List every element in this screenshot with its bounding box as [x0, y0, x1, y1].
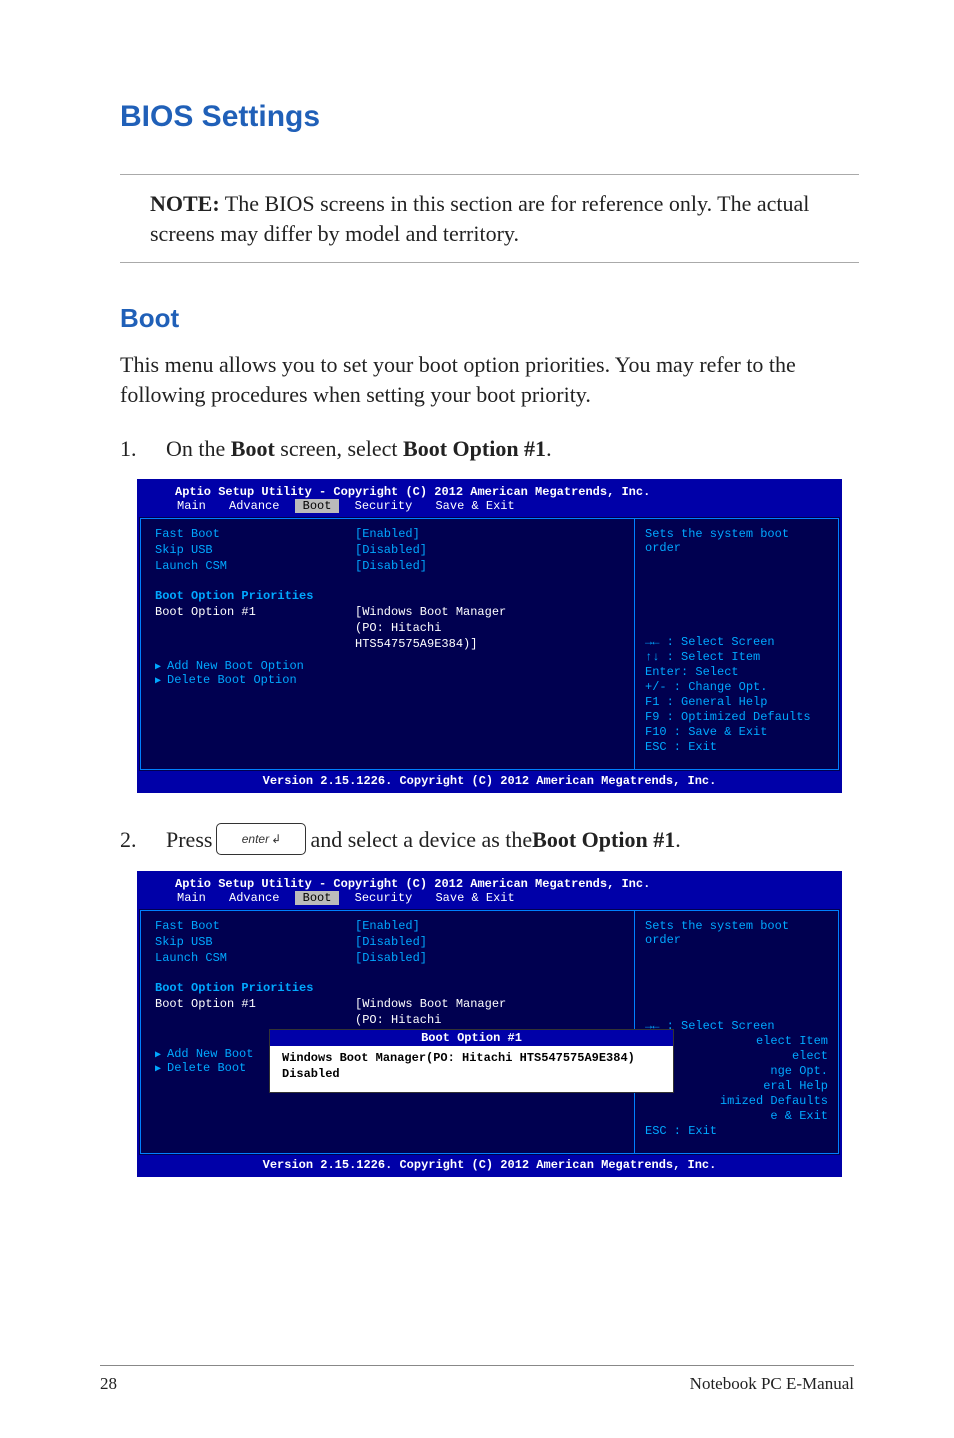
bios2-boot1-v2: (PO: Hitachi	[355, 1013, 441, 1027]
note-block: NOTE: The BIOS screens in this section a…	[120, 174, 859, 263]
popup-item-1: Disabled	[282, 1066, 661, 1082]
bios2-skip-usb-v: [Disabled]	[355, 935, 427, 949]
bios2-top-text: Aptio Setup Utility - Copyright (C) 2012…	[139, 873, 840, 891]
bios2-help-line-6: e & Exit	[645, 1109, 828, 1123]
bios2-tab-save-exit: Save & Exit	[427, 891, 522, 905]
bios2-help-line-7: ESC : Exit	[645, 1124, 828, 1138]
footer-title: Notebook PC E-Manual	[690, 1374, 854, 1394]
bios-help-line-0: →← : Select Screen	[645, 635, 828, 649]
note-label: NOTE:	[150, 191, 220, 216]
step-1-mid: screen, select	[275, 436, 403, 461]
bios-boot1-v1: [Windows Boot Manager	[355, 605, 506, 619]
step-2-b1: Boot Option #1	[532, 825, 675, 855]
bios2-tab-main: Main	[169, 891, 214, 905]
bios-tab-security: Security	[347, 499, 421, 513]
bios2-bottom-text: Version 2.15.1226. Copyright (C) 2012 Am…	[139, 1155, 840, 1175]
step-1-b1: Boot	[231, 436, 275, 461]
enter-key-icon: enter↲	[216, 823, 306, 855]
bios-help-line-4: F1 : General Help	[645, 695, 828, 709]
bios-tab-main: Main	[169, 499, 214, 513]
page-title: BIOS Settings	[120, 100, 859, 134]
section-heading-boot: Boot	[120, 303, 859, 334]
bios2-boot1-v1: [Windows Boot Manager	[355, 997, 506, 1011]
note-text: The BIOS screens in this section are for…	[150, 191, 809, 246]
step-1-number: 1.	[120, 434, 144, 464]
step-2: 2. Press enter↲ and select a device as t…	[120, 823, 859, 855]
bios-boot1-k: Boot Option #1	[155, 605, 355, 619]
bios2-help-line-5: imized Defaults	[645, 1094, 828, 1108]
bios-top-text: Aptio Setup Utility - Copyright (C) 2012…	[139, 481, 840, 499]
bios2-tab-advance: Advance	[221, 891, 287, 905]
bios2-left-panel: Fast Boot[Enabled] Skip USB[Disabled] La…	[140, 910, 634, 1154]
bios-skip-usb-k: Skip USB	[155, 543, 355, 557]
boot-option-popup: Boot Option #1 Windows Boot Manager(PO: …	[269, 1029, 674, 1093]
step-1-pre: On the	[166, 436, 231, 461]
page-footer: 28 Notebook PC E-Manual	[100, 1365, 854, 1394]
bios-help-line-5: F9 : Optimized Defaults	[645, 710, 828, 724]
bios-fast-boot-k: Fast Boot	[155, 527, 355, 541]
step-2-pre: Press	[166, 825, 212, 855]
step-1: 1. On the Boot screen, select Boot Optio…	[120, 434, 859, 464]
bios2-boot1-k: Boot Option #1	[155, 997, 355, 1011]
bios2-tab-boot: Boot	[295, 891, 340, 905]
bios-help-line-7: ESC : Exit	[645, 740, 828, 754]
bios-add-new-boot: Add New Boot Option	[155, 659, 624, 673]
bios2-skip-usb-k: Skip USB	[155, 935, 355, 949]
bios-help-line-1: ↑↓ : Select Item	[645, 650, 828, 664]
page-number: 28	[100, 1374, 117, 1394]
step-2-post: .	[675, 825, 681, 855]
bios2-tab-security: Security	[347, 891, 421, 905]
popup-item-0: Windows Boot Manager(PO: Hitachi HTS5475…	[282, 1050, 661, 1066]
step-2-number: 2.	[120, 825, 144, 855]
bios-help-line-6: F10 : Save & Exit	[645, 725, 828, 739]
bios-fast-boot-v: [Enabled]	[355, 527, 420, 541]
bios-skip-usb-v: [Disabled]	[355, 543, 427, 557]
step-1-post: .	[546, 436, 552, 461]
bios2-fast-boot-v: [Enabled]	[355, 919, 420, 933]
bios2-help-desc: Sets the system boot order	[645, 919, 828, 947]
bios-tab-advance: Advance	[221, 499, 287, 513]
bios-boot1-v2: (PO: Hitachi	[355, 621, 441, 635]
bios-boot1-v3: HTS547575A9E384)]	[355, 637, 477, 651]
bios2-tabs: Main Advance Boot Security Save & Exit	[139, 891, 840, 908]
bios-screenshot-2: Aptio Setup Utility - Copyright (C) 2012…	[137, 871, 842, 1177]
bios-boot-prio-header: Boot Option Priorities	[155, 589, 355, 603]
bios-help-line-2: Enter: Select	[645, 665, 828, 679]
bios-left-panel: Fast Boot[Enabled] Skip USB[Disabled] La…	[140, 518, 634, 770]
popup-title: Boot Option #1	[270, 1030, 673, 1046]
step-1-b2: Boot Option #1	[403, 436, 546, 461]
bios-screenshot-1: Aptio Setup Utility - Copyright (C) 2012…	[137, 479, 842, 793]
bios-tab-boot: Boot	[295, 499, 340, 513]
bios-help-line-3: +/- : Change Opt.	[645, 680, 828, 694]
bios2-boot-prio-header: Boot Option Priorities	[155, 981, 355, 995]
bios-bottom-text: Version 2.15.1226. Copyright (C) 2012 Am…	[139, 771, 840, 791]
bios-right-panel: Sets the system boot order →← : Select S…	[634, 518, 839, 770]
bios-tabs: Main Advance Boot Security Save & Exit	[139, 499, 840, 516]
bios-delete-boot: Delete Boot Option	[155, 673, 624, 687]
step-2-mid: and select a device as the	[310, 825, 532, 855]
bios-launch-csm-v: [Disabled]	[355, 559, 427, 573]
bios2-launch-csm-v: [Disabled]	[355, 951, 427, 965]
bios-launch-csm-k: Launch CSM	[155, 559, 355, 573]
bios-tab-save-exit: Save & Exit	[427, 499, 522, 513]
bios-help-desc: Sets the system boot order	[645, 527, 828, 555]
intro-text: This menu allows you to set your boot op…	[120, 350, 859, 409]
bios2-launch-csm-k: Launch CSM	[155, 951, 355, 965]
bios2-fast-boot-k: Fast Boot	[155, 919, 355, 933]
